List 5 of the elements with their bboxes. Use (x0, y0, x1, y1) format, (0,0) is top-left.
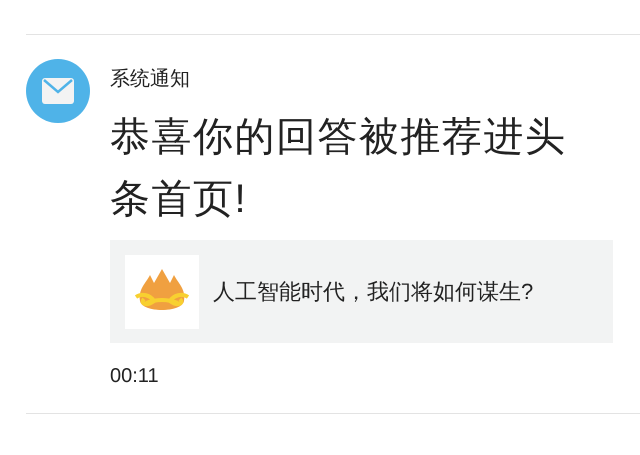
article-title: 人工智能时代，我们将如何谋生? (213, 278, 534, 306)
notification-message: 恭喜你的回答被推荐进头条首页! (110, 114, 568, 223)
article-card[interactable]: 人工智能时代，我们将如何谋生? (110, 240, 613, 343)
sender-name: 系统通知 (110, 67, 191, 92)
timestamp: 00:11 (110, 364, 160, 389)
